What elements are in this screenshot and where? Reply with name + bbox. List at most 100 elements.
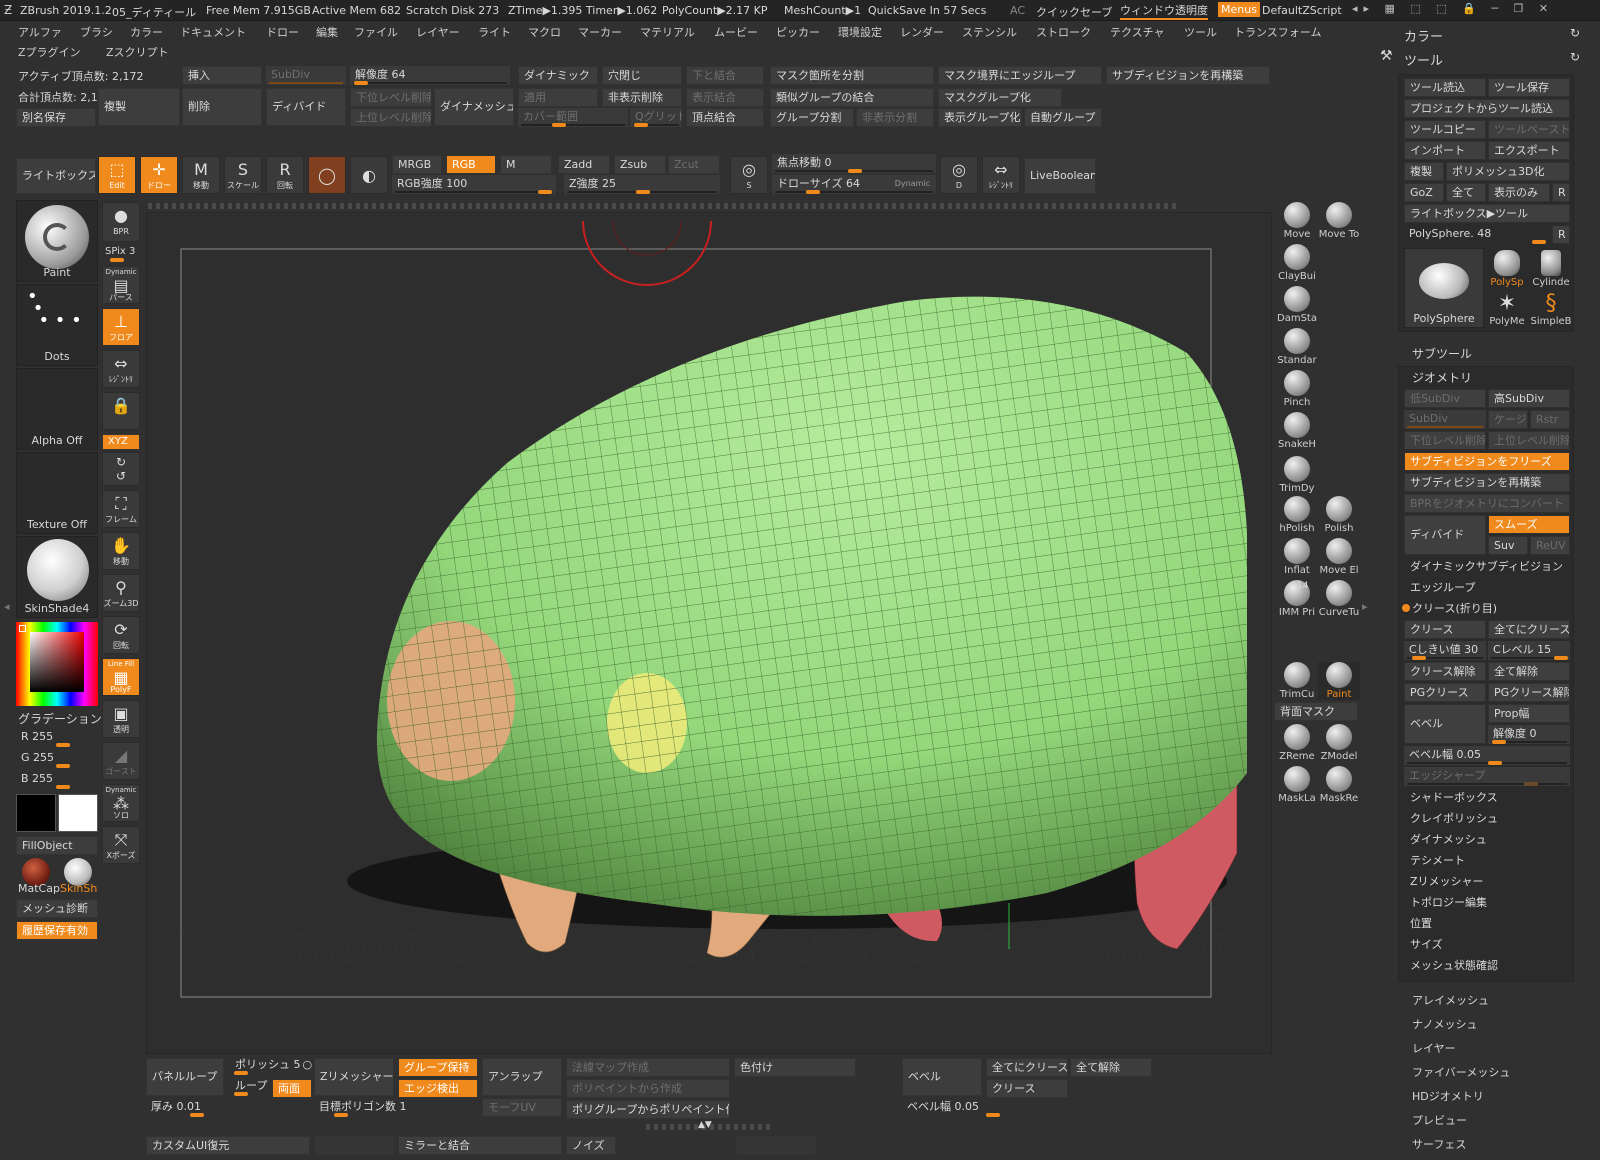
tessimate-subpalette[interactable]: テシメート bbox=[1402, 851, 1570, 870]
claypolish-subpalette[interactable]: クレイポリッシュ bbox=[1402, 809, 1570, 828]
prop-width-toggle[interactable]: Prop幅 bbox=[1488, 704, 1570, 723]
colorize-button[interactable]: 色付け bbox=[734, 1058, 856, 1077]
refresh-icon[interactable]: ↻ bbox=[1570, 26, 1580, 40]
delete-button[interactable]: 削除 bbox=[182, 88, 262, 126]
crease-subpalette[interactable]: クリース(折り目) bbox=[1410, 599, 1570, 618]
rotate-axis-button[interactable]: ↻ ↺ bbox=[102, 452, 140, 486]
goz-all-button[interactable]: 全て bbox=[1446, 183, 1486, 202]
clone-button[interactable]: 複製 bbox=[1404, 162, 1444, 181]
dynamesh-button[interactable]: ダイナメッシュ bbox=[434, 88, 514, 126]
pg-uncrease-button[interactable]: PGクリース解除 bbox=[1488, 683, 1570, 702]
noise-button[interactable]: ノイズ bbox=[566, 1136, 616, 1155]
rstr-button[interactable]: Rstr bbox=[1530, 410, 1570, 429]
brush-move-el[interactable]: Move El bbox=[1318, 538, 1360, 576]
close-holes-button[interactable]: 穴閉じ bbox=[602, 66, 682, 85]
bevel-button[interactable]: ベベル bbox=[1404, 704, 1486, 744]
r-slider[interactable]: R 255 bbox=[16, 728, 76, 747]
mirror-weld-button[interactable]: ミラーと結合 bbox=[398, 1136, 562, 1155]
split-masked-button[interactable]: マスク箇所を分割 bbox=[770, 66, 934, 85]
divide-right-button[interactable]: ディバイド bbox=[1404, 515, 1486, 555]
weld-points-button[interactable]: 頂点結合 bbox=[686, 108, 764, 127]
perspective-button[interactable]: Dynamic ▤ パース bbox=[102, 266, 140, 304]
insert-button[interactable]: 挿入 bbox=[182, 66, 262, 85]
stroke-s-button[interactable]: ◎ S bbox=[730, 156, 768, 194]
mask-group-button[interactable]: マスクグループ化 bbox=[938, 88, 1062, 107]
delete-lower-button[interactable]: 下位レベル削除 bbox=[350, 88, 432, 107]
dynamic-subdiv-subpalette[interactable]: ダイナミックサブディビジョン bbox=[1402, 557, 1570, 576]
draw-size-slider[interactable]: ドローサイズ 64 Dynamic bbox=[772, 175, 936, 194]
edge-sharp-slider[interactable]: エッジシャープ bbox=[1404, 767, 1570, 786]
zremesher-bottom-button[interactable]: Zリメッシャー bbox=[314, 1058, 394, 1096]
goz-button[interactable]: GoZ bbox=[1404, 183, 1444, 202]
viewport[interactable] bbox=[146, 212, 1272, 1054]
liveboolean-button[interactable]: LiveBoolean bbox=[1024, 158, 1096, 194]
rgb-intensity-slider[interactable]: RGB強度 100 bbox=[392, 175, 556, 194]
menu-item[interactable]: アルファ bbox=[18, 24, 62, 42]
load-tool-button[interactable]: ツール読込 bbox=[1404, 78, 1486, 97]
preview-header[interactable]: プレビュー bbox=[1412, 1112, 1467, 1128]
fibermesh-header[interactable]: ファイバーメッシュ bbox=[1412, 1064, 1510, 1080]
rgb-button[interactable]: RGB bbox=[446, 155, 496, 174]
pg-crease-button[interactable]: PGクリース bbox=[1404, 683, 1486, 702]
higher-subdiv-button[interactable]: 高SubDiv bbox=[1488, 389, 1570, 408]
dynamesh-subpalette[interactable]: ダイナメッシュ bbox=[1402, 830, 1570, 849]
lightbox-button[interactable]: ライトボックス bbox=[16, 158, 96, 194]
menu-item[interactable]: レンダー bbox=[900, 24, 944, 42]
quicksave-button[interactable]: クイックセーブ bbox=[1036, 4, 1112, 20]
dynamesh-resolution-slider[interactable]: 解像度 64 bbox=[350, 66, 510, 85]
brush-polish[interactable]: Polish bbox=[1318, 496, 1360, 534]
menu-item[interactable]: ピッカー bbox=[776, 24, 820, 42]
merge-similar-button[interactable]: 類似グループの結合 bbox=[770, 88, 934, 107]
export-button[interactable]: エクスポート bbox=[1488, 141, 1570, 160]
transparency-button[interactable]: ▣ 透明 bbox=[102, 700, 140, 738]
suv-toggle[interactable]: Suv bbox=[1488, 536, 1528, 555]
rotate-view-button[interactable]: ⟳ 回転 bbox=[102, 616, 140, 654]
menu-item[interactable]: レイヤー bbox=[416, 24, 460, 42]
local-symmetry-left-button[interactable]: ⇔ ﾚｼﾞﾝﾄﾘ bbox=[102, 350, 140, 388]
bevel-width-slider[interactable]: ベベル幅 0.05 bbox=[1404, 746, 1570, 765]
qgrid-slider[interactable]: Qグリッド bbox=[630, 108, 682, 127]
keep-groups-toggle[interactable]: グループ保持 bbox=[398, 1058, 478, 1077]
copy-tool-button[interactable]: ツールコピー bbox=[1404, 120, 1486, 139]
crease-button[interactable]: クリース bbox=[1404, 620, 1486, 639]
surface-header[interactable]: サーフェス bbox=[1412, 1136, 1466, 1152]
menu-item[interactable]: ストローク bbox=[1036, 24, 1091, 42]
solo-button[interactable]: Dynamic ⁂ ソロ bbox=[102, 784, 140, 822]
history-enabled-button[interactable]: 履歴保存有効 bbox=[16, 921, 98, 940]
draw-button[interactable]: ✛ ドロー bbox=[140, 156, 178, 194]
edit-button[interactable]: ⬚ Edit bbox=[98, 156, 136, 194]
menu-item[interactable]: マクロ bbox=[528, 24, 561, 42]
geometry-header[interactable]: ジオメトリ bbox=[1412, 369, 1472, 386]
hd-geometry-header[interactable]: HDジオメトリ bbox=[1412, 1088, 1484, 1104]
reconstruct-subdiv-right-button[interactable]: サブディビジョンを再構築 bbox=[1404, 473, 1570, 492]
brush-snakeh[interactable]: SnakeH bbox=[1276, 412, 1318, 450]
import-button[interactable]: インポート bbox=[1404, 141, 1486, 160]
position-subpalette[interactable]: 位置 bbox=[1402, 914, 1570, 933]
brush-curvetu[interactable]: CurveTu bbox=[1318, 580, 1360, 618]
menu-item[interactable]: 環境設定 bbox=[838, 24, 882, 42]
show-merge-button[interactable]: 表示結合 bbox=[686, 88, 764, 107]
brush-zreme[interactable]: ZReme bbox=[1276, 724, 1318, 762]
menu-item[interactable]: トランスフォーム bbox=[1234, 24, 1321, 42]
menu-item[interactable]: Zスクリプト bbox=[106, 44, 169, 62]
menu-item[interactable]: ムービー bbox=[714, 24, 758, 42]
secondary-color-swatch[interactable] bbox=[58, 794, 98, 832]
brush-thumbnail[interactable]: Paint bbox=[16, 200, 98, 282]
m-button[interactable]: M bbox=[500, 155, 552, 174]
delete-lower-right-button[interactable]: 下位レベル削除 bbox=[1404, 431, 1486, 450]
create-from-polypaint-button[interactable]: ポリペイントから作成 bbox=[566, 1079, 730, 1098]
double-sided-toggle[interactable]: 両面 bbox=[272, 1079, 312, 1098]
brush-paint[interactable]: Paint bbox=[1318, 662, 1360, 700]
group-split-button[interactable]: グループ分割 bbox=[770, 108, 854, 127]
material-sphere-button[interactable]: ◯ bbox=[308, 156, 346, 194]
mesh-diagnosis-button[interactable]: メッシュ診断 bbox=[16, 899, 98, 918]
menu-item[interactable]: ステンシル bbox=[962, 24, 1017, 42]
material-thumbnail[interactable]: SkinShade4 bbox=[16, 536, 98, 618]
thickness-slider[interactable]: 厚み 0.01 bbox=[146, 1098, 312, 1117]
mesh-integrity-subpalette[interactable]: メッシュ状態確認 bbox=[1402, 956, 1570, 975]
divide-button[interactable]: ディバイド bbox=[266, 88, 346, 126]
tool-polysp[interactable]: PolySp bbox=[1486, 250, 1528, 288]
lower-subdiv-button[interactable]: 低SubDiv bbox=[1404, 389, 1486, 408]
zremesher-subpalette[interactable]: Zリメッシャー bbox=[1402, 872, 1570, 891]
polysphere-r-button[interactable]: R bbox=[1552, 225, 1570, 244]
